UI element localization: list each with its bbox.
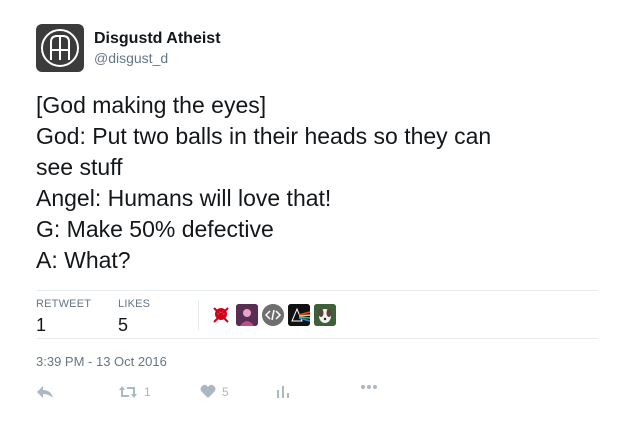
more-options-button[interactable]: [360, 384, 378, 390]
tweet-line: [God making the eyes]: [36, 92, 267, 118]
tweet-actions: 1 5: [36, 382, 596, 406]
tweet-line: G: Make 50% defective: [36, 216, 274, 242]
likes-stat-count: 5: [118, 315, 129, 335]
user-handle[interactable]: @disgust_d: [94, 49, 221, 67]
dog-photo-avatar[interactable]: [314, 304, 336, 326]
likes-stat[interactable]: LIKES 5: [118, 298, 150, 336]
tweet-stats: RETWEET 1 LIKES 5: [36, 290, 598, 338]
retweet-stat-count: 1: [36, 315, 47, 335]
logo-icon: [41, 29, 79, 67]
retweet-icon: [119, 386, 137, 398]
skull-red-avatar[interactable]: [210, 304, 232, 326]
liker-avatars: [210, 304, 336, 326]
stats-separator: [198, 300, 199, 330]
reply-icon: [37, 386, 53, 398]
analytics-icon: [277, 386, 289, 398]
heart-icon: [200, 384, 216, 398]
tweet-card: Disgustd Atheist @disgust_d [God making …: [0, 0, 630, 422]
like-button[interactable]: 5: [200, 384, 229, 399]
code-tag-avatar[interactable]: [262, 304, 284, 326]
tweet-text: [God making the eyes] God: Put two balls…: [36, 90, 596, 276]
stats-bottom-divider: [36, 338, 598, 339]
reply-button[interactable]: [36, 384, 54, 400]
avatar[interactable]: [36, 24, 84, 72]
analytics-button[interactable]: [276, 384, 290, 399]
retweet-stat-label: RETWEET: [36, 298, 92, 310]
user-names: Disgustd Atheist @disgust_d: [94, 29, 221, 67]
tweet-timestamp[interactable]: 3:39 PM - 13 Oct 2016: [36, 354, 167, 369]
purple-portrait-avatar[interactable]: [236, 304, 258, 326]
tweet-line: A: What?: [36, 247, 131, 273]
likes-stat-label: LIKES: [118, 298, 151, 310]
tweet-header: Disgustd Atheist @disgust_d: [36, 24, 221, 72]
more-icon: [361, 385, 377, 389]
tweet-line: God: Put two balls in their heads so the…: [36, 123, 492, 149]
display-name[interactable]: Disgustd Atheist: [94, 29, 221, 49]
retweet-button[interactable]: 1: [118, 384, 151, 400]
like-count: 5: [222, 384, 229, 399]
retweet-count: 1: [144, 385, 151, 399]
retweet-stat[interactable]: RETWEET 1: [36, 298, 91, 336]
rainbow-prism-avatar[interactable]: [288, 304, 310, 326]
tweet-line: Angel: Humans will love that!: [36, 185, 332, 211]
tweet-line: see stuff: [36, 154, 123, 180]
